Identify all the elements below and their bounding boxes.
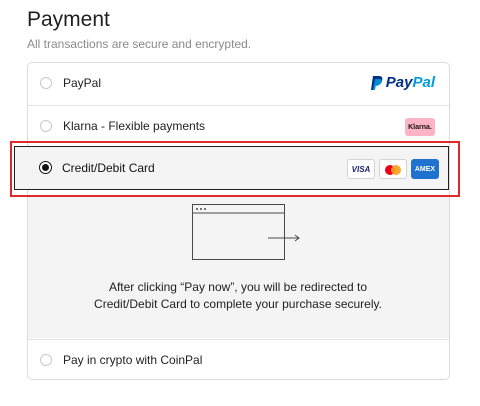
radio-klarna[interactable]: [40, 120, 52, 132]
page-title: Payment: [27, 8, 110, 31]
option-label-klarna: Klarna - Flexible payments: [63, 119, 206, 133]
paypal-logo-pay: Pay: [385, 74, 413, 91]
payment-option-coinpal[interactable]: Pay in crypto with CoinPal: [28, 340, 449, 382]
paypal-logo-pal: Pal: [412, 74, 435, 91]
redirect-message: After clicking “Pay now”, you will be re…: [94, 280, 382, 311]
paypal-mark-icon: [370, 75, 383, 90]
payment-option-paypal[interactable]: PayPal PayPal: [28, 63, 449, 105]
paypal-logo-icon: PayPal: [370, 74, 435, 91]
option-label-coinpal: Pay in crypto with CoinPal: [63, 353, 203, 367]
page-subtitle: All transactions are secure and encrypte…: [27, 37, 252, 51]
radio-coinpal[interactable]: [40, 354, 52, 366]
option-label-paypal: PayPal: [63, 76, 102, 90]
klarna-logo-icon: Klarna.: [405, 118, 435, 136]
highlight-outline: [10, 141, 460, 197]
redirect-window-icon: [192, 204, 300, 260]
card-details-panel: After clicking “Pay now”, you will be re…: [28, 196, 449, 338]
radio-paypal[interactable]: [40, 77, 52, 89]
